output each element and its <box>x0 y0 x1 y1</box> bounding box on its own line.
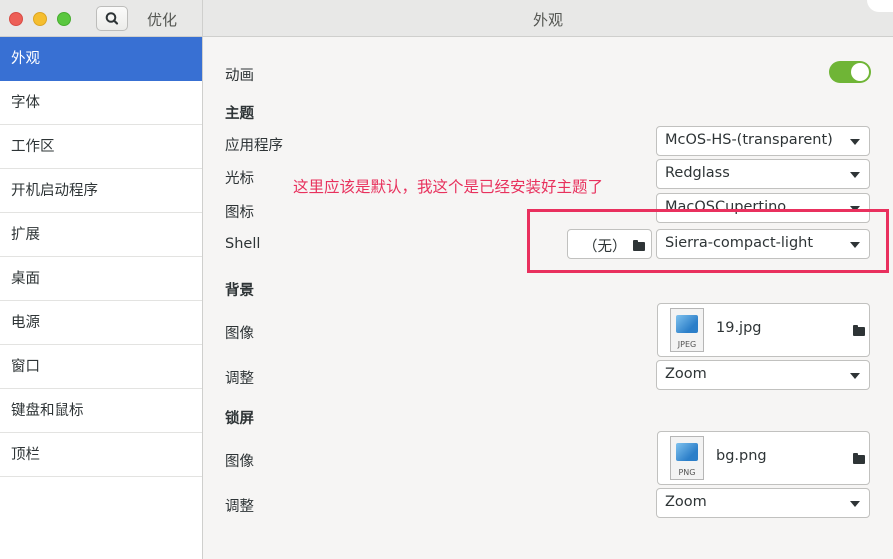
cursor-theme-value: Redglass <box>665 165 730 181</box>
sidebar-item-extensions[interactable]: 扩展 <box>0 213 202 257</box>
background-image-button[interactable]: JPEG 19.jpg <box>657 303 870 357</box>
sidebar-item-keyboard-mouse[interactable]: 键盘和鼠标 <box>0 389 202 433</box>
annotation-box <box>527 209 889 273</box>
sidebar: 外观 字体 工作区 开机启动程序 扩展 桌面 电源 窗口 键盘和鼠标 顶栏 <box>0 37 203 559</box>
search-icon <box>105 12 119 25</box>
sidebar-header: 优化 <box>0 0 203 37</box>
applications-label: 应用程序 <box>225 138 283 154</box>
title-bar: 优化 外观 <box>0 0 893 37</box>
animation-toggle[interactable] <box>829 61 871 83</box>
lockscreen-image-button[interactable]: PNG bg.png <box>657 431 870 485</box>
applications-theme-value: McOS-HS-(transparent) <box>665 132 833 148</box>
shell-label: Shell <box>225 236 261 252</box>
app-title: 优化 <box>147 11 178 29</box>
chevron-down-icon <box>850 501 860 507</box>
page-title: 外观 <box>532 11 563 29</box>
annotation-text: 这里应该是默认，我这个是已经安装好主题了 <box>293 178 604 196</box>
maximize-window-button[interactable] <box>57 12 71 26</box>
lockscreen-adjust-label: 调整 <box>225 499 254 515</box>
toggle-knob <box>851 63 869 81</box>
lockscreen-adjust-select[interactable]: Zoom <box>656 488 870 518</box>
close-window-button[interactable] <box>9 12 23 26</box>
search-button[interactable] <box>96 6 128 31</box>
lockscreen-image-label: 图像 <box>225 454 254 470</box>
background-filename: 19.jpg <box>716 320 762 336</box>
file-format-label: JPEG <box>677 340 697 349</box>
background-image-label: 图像 <box>225 326 254 342</box>
cursor-theme-select[interactable]: Redglass <box>656 159 870 189</box>
sidebar-item-startup-applications[interactable]: 开机启动程序 <box>0 169 202 213</box>
image-file-icon: PNG <box>670 436 704 480</box>
sidebar-item-power[interactable]: 电源 <box>0 301 202 345</box>
image-preview <box>676 315 698 333</box>
sidebar-item-top-bar[interactable]: 顶栏 <box>0 433 202 477</box>
applications-theme-select[interactable]: McOS-HS-(transparent) <box>656 126 870 156</box>
folder-icon <box>853 325 865 336</box>
chevron-down-icon <box>850 373 860 379</box>
background-adjust-select[interactable]: Zoom <box>656 360 870 390</box>
cursor-label: 光标 <box>225 171 254 187</box>
sidebar-item-fonts[interactable]: 字体 <box>0 81 202 125</box>
chevron-down-icon <box>850 139 860 145</box>
background-header: 背景 <box>225 283 254 299</box>
sidebar-item-workspaces[interactable]: 工作区 <box>0 125 202 169</box>
file-format-label: PNG <box>678 468 696 477</box>
sidebar-item-appearance[interactable]: 外观 <box>0 37 202 81</box>
minimize-window-button[interactable] <box>33 12 47 26</box>
lockscreen-header: 锁屏 <box>225 411 254 427</box>
main-panel: 动画 主题 应用程序 McOS-HS-(transparent) 光标 Redg… <box>204 38 893 559</box>
chevron-down-icon <box>850 172 860 178</box>
background-adjust-label: 调整 <box>225 371 254 387</box>
background-adjust-value: Zoom <box>665 366 707 382</box>
icons-label: 图标 <box>225 205 254 221</box>
animation-label: 动画 <box>225 68 254 84</box>
image-file-icon: JPEG <box>670 308 704 352</box>
lockscreen-filename: bg.png <box>716 448 767 464</box>
image-preview <box>676 443 698 461</box>
sidebar-item-windows[interactable]: 窗口 <box>0 345 202 389</box>
sidebar-item-desktop[interactable]: 桌面 <box>0 257 202 301</box>
lockscreen-adjust-value: Zoom <box>665 494 707 510</box>
themes-header: 主题 <box>225 106 254 122</box>
folder-icon <box>853 453 865 464</box>
